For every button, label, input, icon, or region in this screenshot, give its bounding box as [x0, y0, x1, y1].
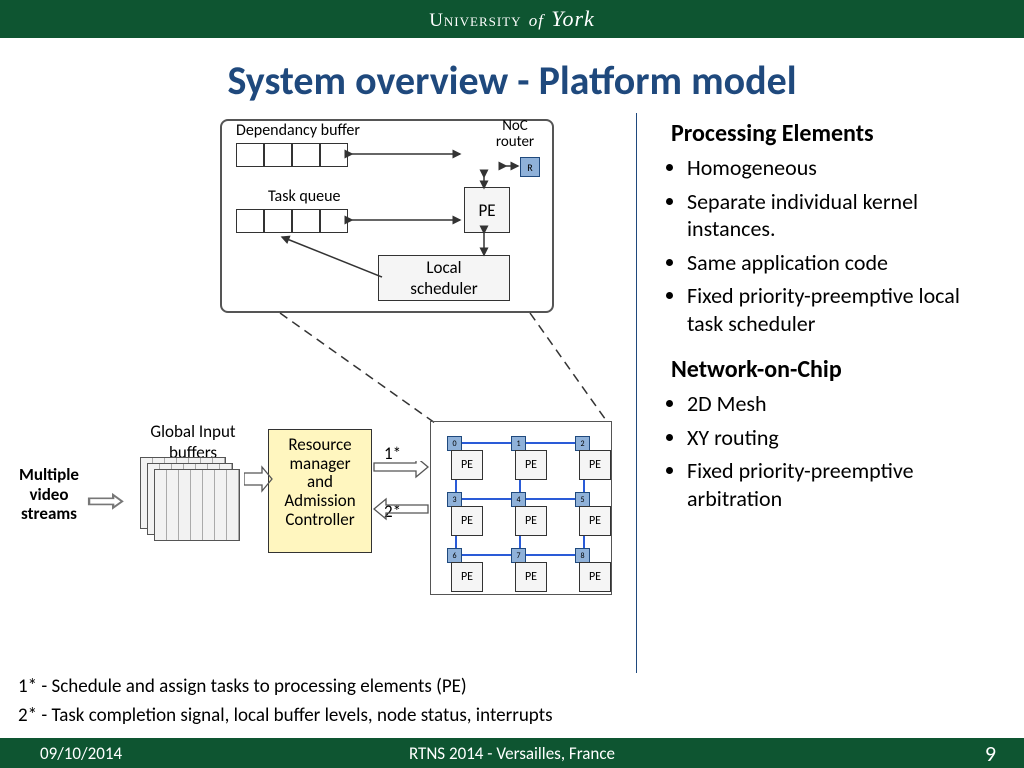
text-column: Processing Elements Homogeneous Separate…	[643, 113, 1024, 713]
router-mini-icon: 1	[511, 436, 526, 451]
legend-line-2: 2* - Task completion signal, local buffe…	[18, 702, 630, 731]
pe-mini-box: PE	[579, 506, 611, 536]
router-mini-icon: 8	[575, 548, 590, 563]
network-on-chip-heading: Network-on-Chip	[671, 355, 1000, 384]
router-mini-icon: 2	[575, 436, 590, 451]
university-logo-text: University of York	[429, 6, 595, 32]
pe-mini-box: PE	[579, 562, 611, 592]
list-item: XY routing	[687, 424, 1000, 452]
router-mini-icon: 7	[511, 548, 526, 563]
pe-mini-box: PE	[515, 506, 547, 536]
router-mini-icon: 3	[447, 492, 462, 507]
multiple-video-streams-label: Multiplevideostreams	[8, 465, 90, 524]
vertical-divider	[636, 113, 637, 673]
router-mini-icon: 6	[447, 548, 462, 563]
pe-grid: 0PE1PE2PE3PE4PE5PE6PE7PE8PE	[430, 421, 612, 595]
processing-elements-list: Homogeneous Separate individual kernel i…	[653, 154, 1000, 337]
footer-venue: RTNS 2014 - Versailles, France	[409, 743, 615, 764]
pe-mini-box: PE	[515, 562, 547, 592]
footer-bar: 09/10/2014 RTNS 2014 - Versailles, Franc…	[0, 738, 1024, 768]
list-item: Fixed priority-preemptive arbitration	[687, 457, 1000, 512]
list-item: 2D Mesh	[687, 390, 1000, 418]
router-mini-icon: 0	[447, 436, 462, 451]
header-bar: University of York	[0, 0, 1024, 38]
footer-page-number: 9	[985, 740, 996, 767]
rmac-grid-arrows-icon	[372, 461, 432, 521]
network-on-chip-list: 2D Mesh XY routing Fixed priority-preemp…	[653, 390, 1000, 512]
list-item: Same application code	[687, 249, 1000, 277]
gib-to-rmac-arrow-icon	[244, 465, 274, 507]
router-mini-icon: 4	[511, 492, 526, 507]
pe-mini-box: PE	[579, 450, 611, 480]
legend-line-1: 1* - Schedule and assign tasks to proces…	[18, 673, 630, 702]
global-input-buffers-icon	[140, 457, 244, 543]
input-arrow-icon: ⇨	[86, 481, 126, 522]
footer-date: 09/10/2014	[40, 743, 122, 764]
router-mini-icon: 5	[575, 492, 590, 507]
pe-mini-box: PE	[451, 450, 483, 480]
processing-elements-heading: Processing Elements	[671, 119, 1000, 148]
slide-title: System overview - Platform model	[0, 56, 1024, 105]
diagram-area: Dependancy buffer NoCrouter R Task queue…	[0, 113, 630, 713]
list-item: Fixed priority-preemptive local task sch…	[687, 282, 1000, 337]
pe-mini-box: PE	[451, 562, 483, 592]
list-item: Separate individual kernel instances.	[687, 188, 1000, 243]
list-item: Homogeneous	[687, 154, 1000, 182]
pe-mini-box: PE	[451, 506, 483, 536]
resource-manager-box: ResourcemanagerandAdmissionController	[268, 429, 372, 553]
pe-mini-box: PE	[515, 450, 547, 480]
